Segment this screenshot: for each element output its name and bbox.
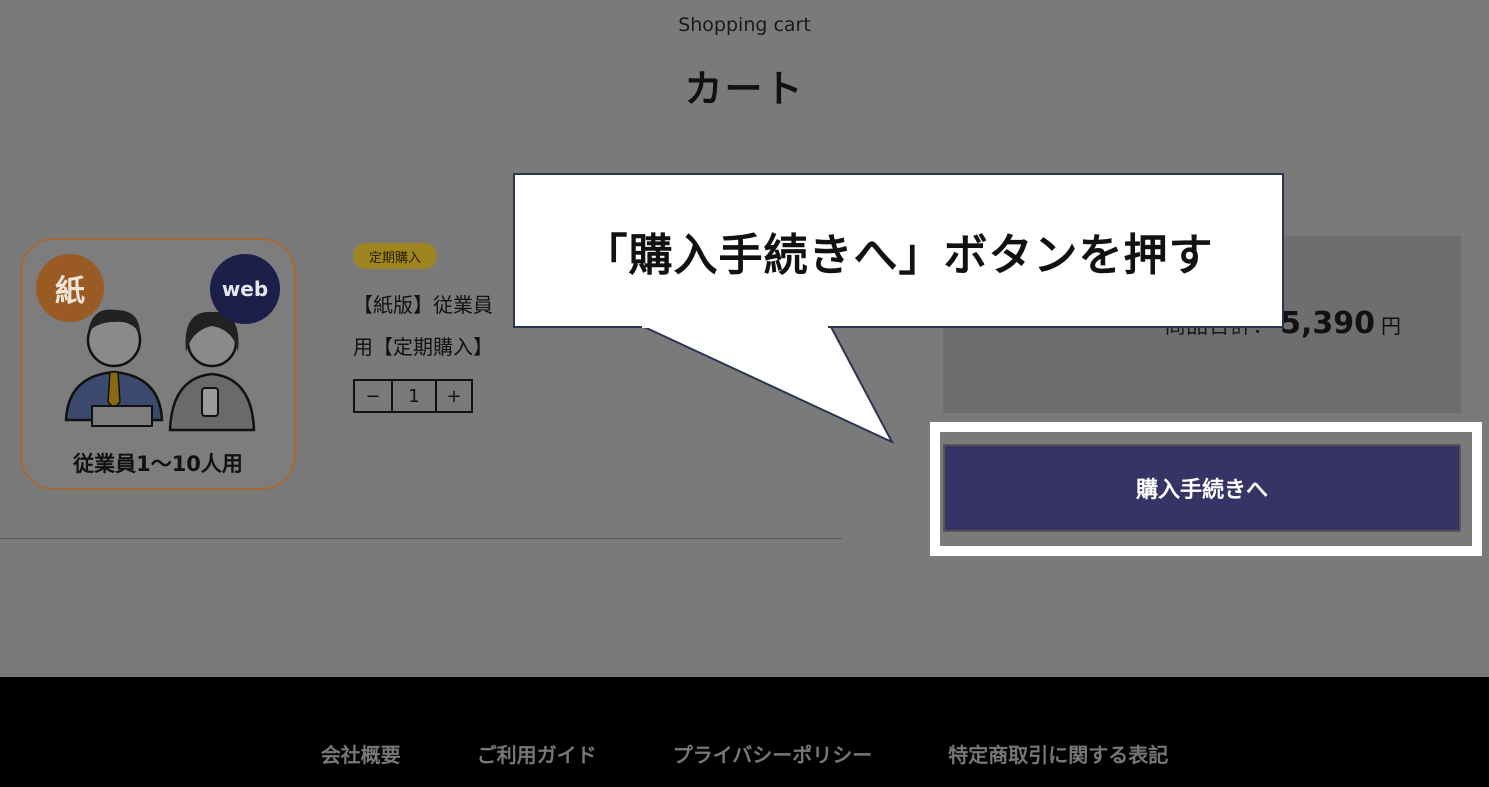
- product-name-line-1: 【紙版】従業員: [353, 293, 493, 317]
- quantity-stepper[interactable]: − 1 +: [353, 379, 473, 413]
- product-name-line-2: 用【定期購入】: [353, 335, 493, 359]
- site-footer: 会社概要 ご利用ガイド プライバシーポリシー 特定商取引に関する表記: [0, 677, 1489, 787]
- footer-link-tokushoho[interactable]: 特定商取引に関する表記: [948, 739, 1168, 768]
- product-name-link[interactable]: 【紙版】従業員 用【定期購入】: [353, 284, 523, 368]
- quantity-value[interactable]: 1: [391, 381, 435, 411]
- quantity-increase-button[interactable]: +: [435, 381, 471, 411]
- footer-link-guide[interactable]: ご利用ガイド: [477, 739, 597, 768]
- thumbnail-caption: 従業員1〜10人用: [73, 452, 243, 476]
- web-badge: web: [210, 254, 280, 324]
- subtotal-value: 5,390: [1280, 306, 1375, 341]
- product-thumbnail[interactable]: 紙 web 従業員1〜10人用: [20, 238, 296, 490]
- instruction-callout: 「購入手続きへ」ボタンを押す: [513, 173, 1284, 328]
- footer-nav: 会社概要 ご利用ガイド プライバシーポリシー 特定商取引に関する表記: [0, 739, 1489, 768]
- checkout-button[interactable]: 購入手続きへ: [943, 444, 1461, 532]
- paper-badge: 紙: [36, 254, 104, 322]
- footer-link-privacy[interactable]: プライバシーポリシー: [673, 739, 873, 768]
- footer-link-company[interactable]: 会社概要: [321, 739, 401, 768]
- subtotal-unit: 円: [1381, 314, 1401, 338]
- page-subtitle: Shopping cart: [678, 14, 811, 36]
- subscription-tag: 定期購入: [353, 243, 438, 269]
- page-title: カート: [684, 67, 805, 111]
- quantity-decrease-button[interactable]: −: [355, 381, 391, 411]
- cart-divider: [0, 538, 842, 539]
